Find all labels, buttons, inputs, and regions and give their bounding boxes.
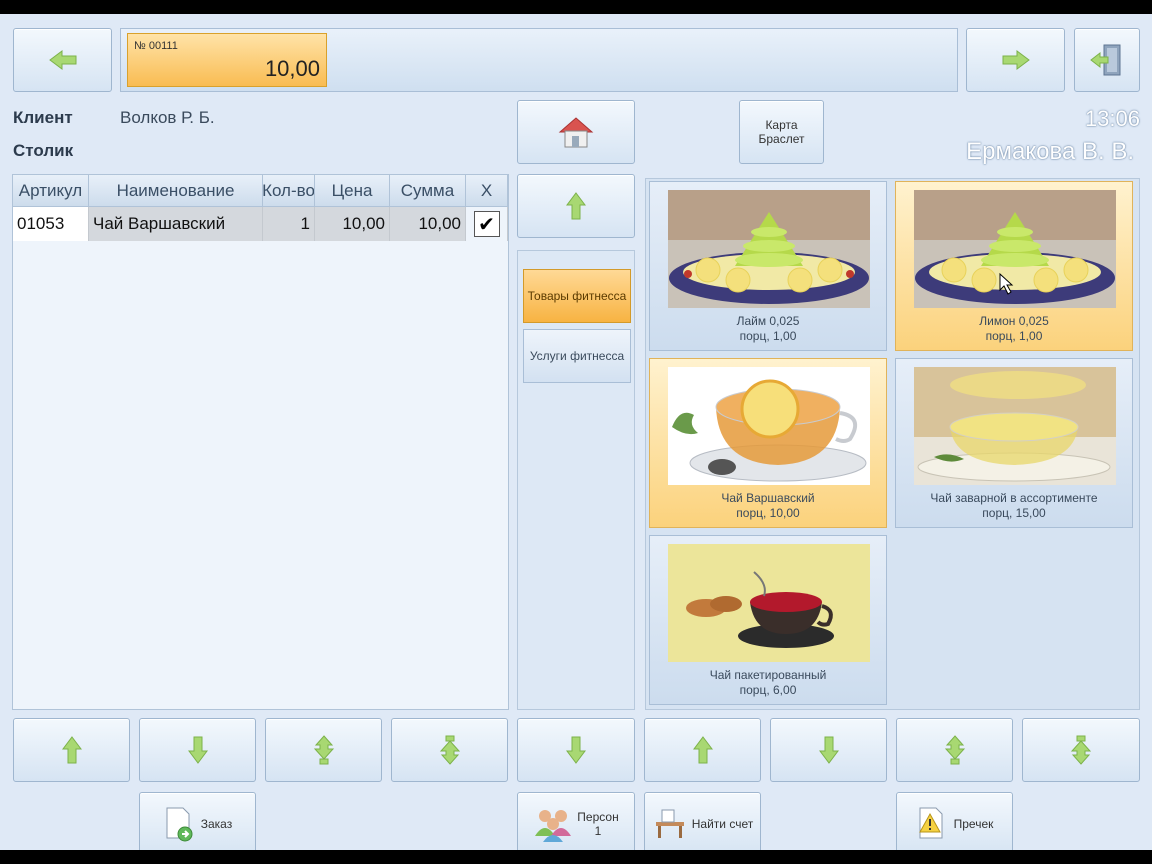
product-tile-warsaw-tea[interactable]: Чай Варшавский порц, 10,00 xyxy=(649,358,887,528)
order-button[interactable]: Заказ xyxy=(139,792,256,850)
double-arrow-down-icon xyxy=(439,735,460,765)
arrow-down-icon xyxy=(187,736,208,764)
product-image-brewed-tea xyxy=(914,367,1116,485)
product-image-lemon xyxy=(914,190,1116,308)
products-up-button[interactable] xyxy=(644,718,761,782)
double-arrow-down-icon xyxy=(1070,735,1092,765)
order-total: 10,00 xyxy=(264,56,320,81)
precheck-label: Пречек xyxy=(953,817,994,831)
col-sum[interactable]: Сумма xyxy=(390,175,466,207)
col-x[interactable]: X xyxy=(466,175,508,207)
arrow-right-icon xyxy=(1002,50,1030,70)
products-page-up-button[interactable] xyxy=(896,718,1013,782)
cell-name: Чай Варшавский xyxy=(89,207,263,241)
grid-down-button[interactable] xyxy=(139,718,256,782)
col-qty[interactable]: Кол-во xyxy=(263,175,315,207)
product-price: порц, 10,00 xyxy=(736,506,800,520)
products-page-down-button[interactable] xyxy=(1022,718,1140,782)
cell-sum: 10,00 xyxy=(390,207,466,241)
persons-label: Персон xyxy=(577,810,619,824)
product-tile-lime[interactable]: Лайм 0,025 порц, 1,00 xyxy=(649,181,887,351)
persons-button[interactable]: Персон 1 xyxy=(517,792,635,850)
people-icon xyxy=(535,810,572,842)
grid-page-up-button[interactable] xyxy=(265,718,382,782)
double-arrow-up-icon xyxy=(944,735,965,765)
product-tile-brewed-tea[interactable]: Чай заварной в ассортименте порц, 15,00 xyxy=(895,358,1133,528)
home-icon xyxy=(558,117,594,148)
grid-header: Артикул Наименование Кол-во Цена Сумма X xyxy=(13,175,508,207)
cell-price: 10,00 xyxy=(315,207,390,241)
col-price[interactable]: Цена xyxy=(315,175,390,207)
cell-article: 01053 xyxy=(13,207,89,241)
order-tab[interactable]: № 00111 10,00 xyxy=(127,33,327,87)
product-name: Чай Варшавский xyxy=(721,491,815,505)
back-button[interactable] xyxy=(13,28,112,92)
arrow-down-icon xyxy=(566,736,586,764)
category-up-button[interactable] xyxy=(517,174,635,238)
product-price: порц, 1,00 xyxy=(985,329,1043,343)
cell-qty: 1 xyxy=(263,207,315,241)
category-down-button[interactable] xyxy=(517,718,635,782)
arrow-left-icon xyxy=(48,50,76,70)
pos-screen: № 00111 10,00 Клиент Волков Р. Б. Столик… xyxy=(0,14,1152,850)
order-tabs-bar: № 00111 10,00 xyxy=(120,28,958,92)
arrow-up-icon xyxy=(61,736,82,764)
col-name[interactable]: Наименование xyxy=(89,175,263,207)
product-price: порц, 1,00 xyxy=(739,329,797,343)
product-name: Лимон 0,025 xyxy=(979,314,1049,328)
product-grid: Лайм 0,025 порц, 1,00 Лимон 0,025 порц, … xyxy=(645,178,1140,710)
exit-door-icon xyxy=(1090,44,1121,76)
table-row[interactable]: 01053 Чай Варшавский 1 10,00 10,00 ✔ xyxy=(13,207,508,241)
table-label: Столик xyxy=(13,141,74,160)
category-list: Товары фитнесса Услуги фитнесса xyxy=(517,250,635,710)
order-button-label: Заказ xyxy=(200,817,233,831)
col-article[interactable]: Артикул xyxy=(13,175,89,207)
card-label: Карта xyxy=(765,118,798,132)
product-tile-lemon[interactable]: Лимон 0,025 порц, 1,00 xyxy=(895,181,1133,351)
clock: 13:06 xyxy=(1084,106,1140,131)
products-down-button[interactable] xyxy=(770,718,887,782)
product-image-lime xyxy=(668,190,870,308)
product-name: Лайм 0,025 xyxy=(736,314,800,328)
double-arrow-up-icon xyxy=(313,735,334,765)
find-bill-button[interactable]: Найти счет xyxy=(644,792,761,850)
row-checkbox[interactable]: ✔ xyxy=(473,211,500,237)
product-image-tea-bags xyxy=(668,544,870,662)
product-tile-tea-bags[interactable]: Чай пакетированный порц, 6,00 xyxy=(649,535,887,705)
home-button[interactable] xyxy=(517,100,635,164)
grid-up-button[interactable] xyxy=(13,718,130,782)
precheck-warning-icon xyxy=(918,807,943,839)
arrow-up-icon xyxy=(692,736,713,764)
arrow-up-icon xyxy=(566,192,586,220)
order-document-icon xyxy=(166,807,193,842)
persons-count: 1 xyxy=(594,824,602,838)
exit-button[interactable] xyxy=(1074,28,1140,92)
product-name: Чай заварной в ассортименте xyxy=(930,491,1098,505)
precheck-button[interactable]: Пречек xyxy=(896,792,1013,850)
waiter-name: Ермакова В. В. xyxy=(966,138,1134,165)
product-image-warsaw-tea xyxy=(668,367,870,485)
persons-text: Персон 1 xyxy=(577,810,618,838)
find-bill-icon xyxy=(655,809,684,838)
cell-check: ✔ xyxy=(466,207,508,241)
client-value: Волков Р. Б. xyxy=(120,108,215,127)
grid-page-down-button[interactable] xyxy=(391,718,508,782)
product-price: порц, 6,00 xyxy=(739,683,797,697)
arrow-down-icon xyxy=(818,736,839,764)
forward-button[interactable] xyxy=(966,28,1065,92)
category-fitness-services[interactable]: Услуги фитнесса xyxy=(523,329,631,383)
order-grid: Артикул Наименование Кол-во Цена Сумма X… xyxy=(12,174,509,710)
card-bracelet-button[interactable]: Карта Браслет xyxy=(739,100,824,164)
client-label: Клиент xyxy=(13,108,73,127)
bracelet-label: Браслет xyxy=(758,132,805,146)
product-name: Чай пакетированный xyxy=(709,668,827,682)
order-number: № 00111 xyxy=(134,40,178,52)
product-price: порц, 15,00 xyxy=(982,506,1046,520)
category-fitness-goods[interactable]: Товары фитнесса xyxy=(523,269,631,323)
find-bill-label: Найти счет xyxy=(691,817,754,831)
